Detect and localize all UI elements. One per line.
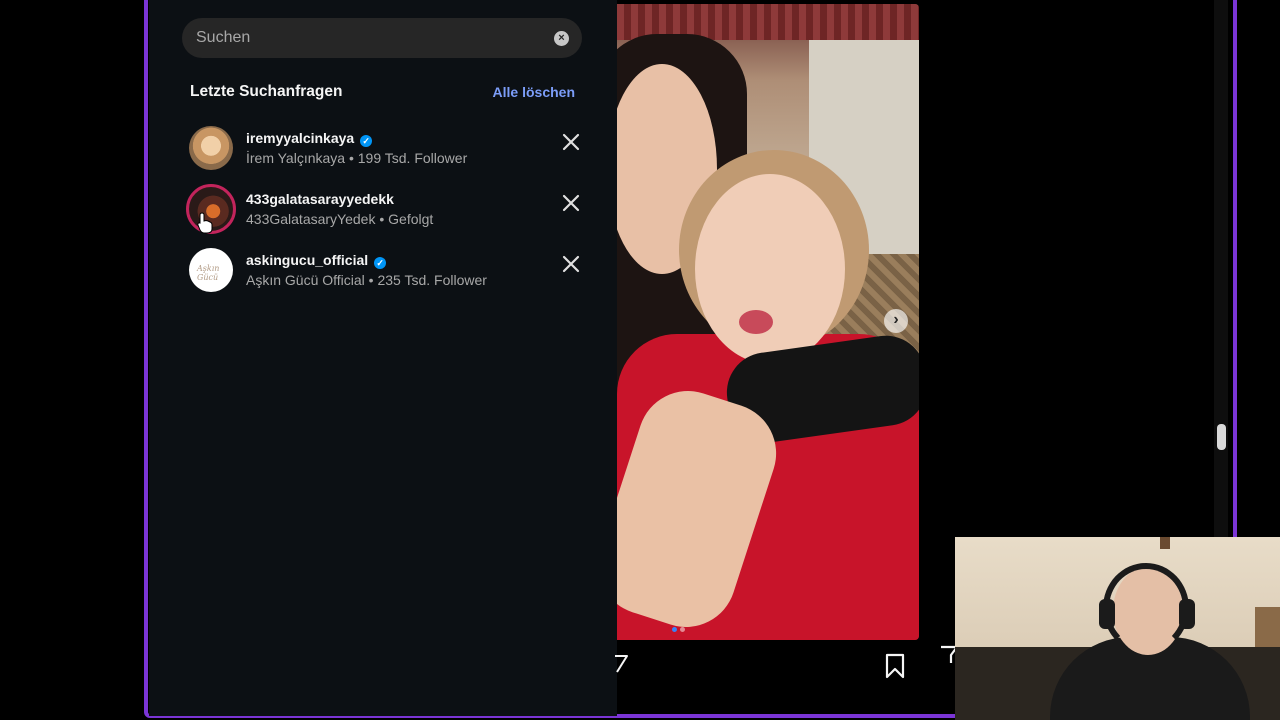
username-text: 433galatasarayyedekk — [246, 191, 394, 207]
avatar — [189, 126, 233, 170]
avatar-logo-text: Aşkın Gücü — [197, 264, 220, 282]
webcam-overlay — [955, 537, 1280, 720]
chevron-right-icon[interactable]: › — [884, 309, 908, 333]
close-icon[interactable] — [559, 130, 583, 154]
hand-cursor-icon — [197, 212, 213, 234]
username-text: askingucu_official — [246, 252, 369, 268]
username: iremyyalcinkaya ✓ — [246, 130, 373, 147]
share-icon[interactable] — [613, 654, 631, 676]
scrollbar-track[interactable] — [1214, 0, 1228, 540]
close-icon[interactable] — [559, 191, 583, 215]
recent-search-item[interactable]: iremyyalcinkaya ✓ İrem Yalçınkaya • 199 T… — [189, 126, 580, 178]
subtitle: Aşkın Gücü Official • 235 Tsd. Follower — [246, 272, 487, 288]
headphones-icon — [1103, 563, 1189, 653]
carousel-dot — [680, 627, 685, 632]
subtitle: İrem Yalçınkaya • 199 Tsd. Follower — [246, 150, 468, 166]
bookmark-icon[interactable] — [883, 653, 907, 679]
search-input[interactable] — [196, 18, 536, 58]
verified-badge-icon: ✓ — [360, 135, 373, 147]
recent-search-item[interactable]: Aşkın Gücü askingucu_official ✓ Aşkın Güc… — [189, 248, 580, 300]
search-panel: × Letzte Suchanfragen Alle löschen iremy… — [149, 0, 617, 716]
close-icon[interactable] — [559, 252, 583, 276]
picture-frame — [1160, 537, 1170, 549]
clear-icon[interactable]: × — [554, 31, 569, 46]
recent-searches-title: Letzte Suchanfragen — [190, 83, 343, 100]
search-box[interactable]: × — [182, 18, 582, 58]
username: askingucu_official ✓ — [246, 252, 387, 269]
scrollbar-thumb[interactable] — [1217, 424, 1226, 450]
recent-search-item[interactable]: 433galatasarayyedekk 433GalatasaryYedek … — [186, 184, 580, 239]
headphone-earcup-left — [1099, 599, 1115, 629]
username: 433galatasarayyedekk — [246, 191, 394, 207]
carousel-dot-active — [672, 627, 677, 632]
carousel-dots — [672, 619, 688, 637]
subtitle: 433GalatasaryYedek • Gefolgt — [246, 211, 434, 227]
post-image[interactable] — [617, 4, 919, 640]
username-text: iremyyalcinkaya — [246, 130, 355, 146]
child-face — [695, 174, 845, 364]
child-lips — [739, 310, 773, 334]
clear-all-button[interactable]: Alle löschen — [493, 84, 575, 100]
headphone-earcup-right — [1179, 599, 1195, 629]
verified-badge-icon: ✓ — [374, 257, 387, 269]
avatar: Aşkın Gücü — [189, 248, 233, 292]
